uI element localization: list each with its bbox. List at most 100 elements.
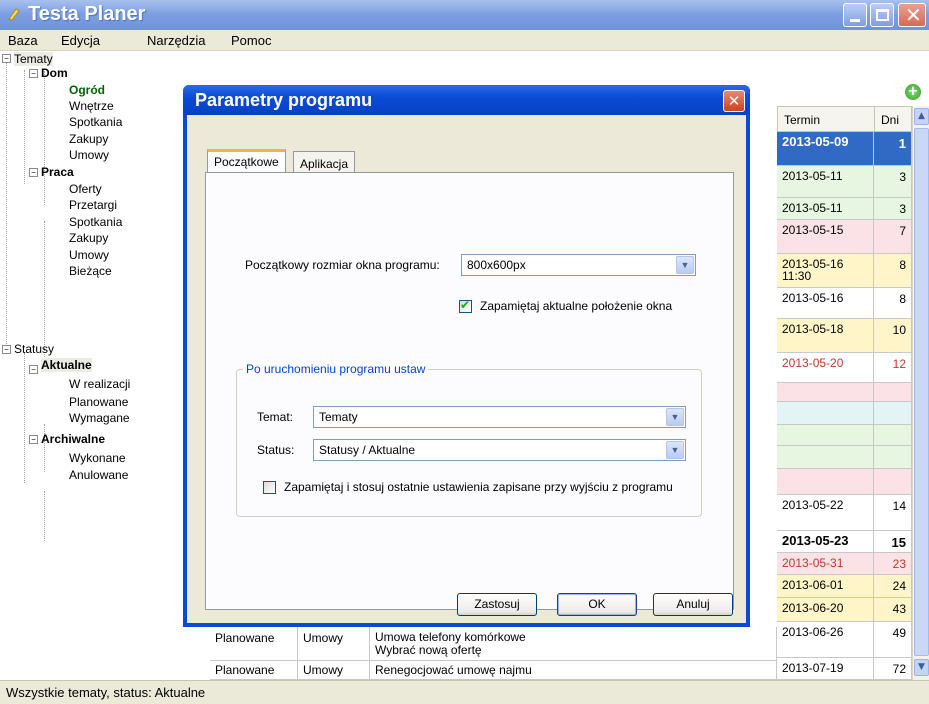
column-header-termin[interactable]: Termin (777, 106, 875, 132)
scroll-down-icon[interactable]: ▼ (914, 659, 929, 676)
tree-item-archiwalne[interactable]: Archiwalne (41, 432, 105, 446)
cell-dni[interactable]: 15 (874, 531, 912, 553)
tree-item-anulowane[interactable]: Anulowane (69, 468, 128, 482)
cell-opis[interactable]: Umowa telefony komórkowe Wybrać nową ofer… (370, 627, 777, 661)
cell-termin[interactable]: 2013-05-16 (777, 288, 874, 319)
tree-item-planowane[interactable]: Planowane (69, 395, 128, 409)
cell-termin[interactable]: 2013-05-16 11:30 (777, 254, 874, 288)
tree-item-spotkania-praca[interactable]: Spotkania (69, 215, 122, 229)
cell-status[interactable]: Planowane (210, 661, 298, 680)
apply-button[interactable]: Zastosuj (457, 593, 537, 616)
cell-dni[interactable]: 14 (874, 495, 912, 531)
cell-termin[interactable]: 2013-05-22 (777, 495, 874, 531)
cancel-button[interactable]: Anuluj (653, 593, 733, 616)
tree-item-aktualne[interactable]: Aktualne (41, 358, 92, 372)
collapse-icon[interactable]: − (29, 69, 38, 78)
scroll-thumb[interactable] (914, 128, 929, 656)
column-header-dni[interactable]: Dni (874, 106, 912, 132)
cell-termin[interactable] (777, 446, 874, 469)
collapse-icon[interactable]: − (29, 168, 38, 177)
tree-item-przetargi[interactable]: Przetargi (69, 198, 117, 212)
remember-position-checkbox[interactable] (459, 298, 472, 313)
tree-item-wnetrze[interactable]: Wnętrze (69, 99, 114, 113)
cell-dni[interactable]: 7 (874, 220, 912, 254)
cell-temat[interactable]: Umowy (298, 661, 370, 680)
cell-dni[interactable]: 24 (874, 575, 912, 598)
grid-scrollbar[interactable]: ▲ ▼ (912, 106, 929, 680)
ok-button[interactable]: OK (557, 593, 637, 616)
tree-item-spotkania[interactable]: Spotkania (69, 115, 122, 129)
collapse-icon[interactable]: − (29, 435, 38, 444)
cell-dni[interactable]: 43 (874, 598, 912, 622)
tree-item-dom[interactable]: Dom (41, 66, 68, 80)
cell-termin[interactable] (777, 383, 874, 402)
cell-termin[interactable]: 2013-06-20 (777, 598, 874, 622)
cell-termin[interactable]: 2013-05-18 (777, 319, 874, 353)
menu-pomoc[interactable]: Pomoc (231, 33, 271, 48)
tree-item-oferty[interactable]: Oferty (69, 182, 102, 196)
tree-item-praca[interactable]: Praca (41, 165, 74, 179)
close-button[interactable]: ✕ (898, 3, 926, 27)
cell-termin[interactable] (777, 469, 874, 495)
tree-item-zakupy-praca[interactable]: Zakupy (69, 231, 108, 245)
cell-temat[interactable]: Umowy (298, 627, 370, 661)
cell-dni[interactable]: 49 (874, 622, 912, 658)
cell-status[interactable]: Planowane (210, 627, 298, 661)
cell-dni[interactable]: 8 (874, 288, 912, 319)
collapse-icon[interactable]: − (2, 345, 11, 354)
tab-aplikacja[interactable]: Aplikacja (293, 151, 356, 173)
minimize-icon (850, 19, 860, 22)
collapse-icon[interactable]: − (29, 365, 38, 374)
tree-item-statusy[interactable]: Statusy (14, 342, 54, 356)
tree-item-biezace[interactable]: Bieżące (69, 264, 112, 278)
add-icon[interactable]: + (905, 84, 921, 100)
cell-dni[interactable] (874, 446, 912, 469)
remember-settings-checkbox[interactable] (263, 481, 276, 494)
tree-item-umowy-praca[interactable]: Umowy (69, 248, 109, 262)
cell-dni[interactable]: 1 (874, 132, 912, 166)
menu-edycja[interactable]: Edycja (61, 33, 100, 48)
menu-narzedzia[interactable]: Narzędzia (147, 33, 206, 48)
cell-termin[interactable]: 2013-05-11 (777, 166, 874, 198)
tree-item-wykonane[interactable]: Wykonane (69, 451, 126, 465)
cell-dni[interactable]: 10 (874, 319, 912, 353)
scroll-up-icon[interactable]: ▲ (914, 108, 929, 125)
collapse-icon[interactable]: − (2, 54, 11, 63)
cell-termin[interactable]: 2013-06-01 (777, 575, 874, 598)
tree-item-w-realizacji[interactable]: W realizacji (69, 377, 130, 391)
startup-groupbox: Po uruchomieniu programu ustaw Temat: Te… (236, 362, 702, 517)
cell-dni[interactable]: 3 (874, 198, 912, 220)
minimize-button[interactable] (843, 3, 867, 27)
temat-select[interactable]: Tematy ▼ (313, 406, 686, 428)
cell-dni[interactable]: 23 (874, 553, 912, 575)
status-select[interactable]: Statusy / Aktualne ▼ (313, 439, 686, 461)
cell-termin[interactable]: 2013-06-26 (777, 622, 874, 658)
dialog-close-button[interactable]: ✕ (723, 90, 745, 112)
maximize-button[interactable] (870, 3, 894, 27)
cell-dni[interactable]: 12 (874, 353, 912, 383)
cell-dni[interactable]: 72 (874, 658, 912, 680)
cell-dni[interactable]: 8 (874, 254, 912, 288)
cell-dni[interactable] (874, 469, 912, 495)
menu-baza[interactable]: Baza (8, 33, 38, 48)
tree-item-umowy[interactable]: Umowy (69, 148, 109, 162)
cell-dni[interactable] (874, 425, 912, 446)
cell-dni[interactable] (874, 402, 912, 425)
tree-item-ogrod[interactable]: Ogród (69, 83, 105, 97)
window-size-select[interactable]: 800x600px ▼ (461, 254, 696, 276)
cell-termin[interactable]: 2013-05-11 (777, 198, 874, 220)
tree-item-zakupy[interactable]: Zakupy (69, 132, 108, 146)
tree-item-wymagane[interactable]: Wymagane (69, 411, 130, 425)
cell-termin[interactable] (777, 402, 874, 425)
cell-termin[interactable]: 2013-05-23 (777, 531, 874, 553)
cell-termin[interactable]: 2013-07-19 (777, 658, 874, 680)
cell-termin[interactable] (777, 425, 874, 446)
tree-item-tematy[interactable]: Tematy (14, 52, 53, 66)
cell-termin[interactable]: 2013-05-09 (777, 132, 874, 166)
cell-termin[interactable]: 2013-05-31 (777, 553, 874, 575)
cell-termin[interactable]: 2013-05-15 (777, 220, 874, 254)
cell-dni[interactable] (874, 383, 912, 402)
cell-termin[interactable]: 2013-05-20 (777, 353, 874, 383)
cell-dni[interactable]: 3 (874, 166, 912, 198)
cell-opis[interactable]: Renegocjować umowę najmu (370, 661, 777, 680)
